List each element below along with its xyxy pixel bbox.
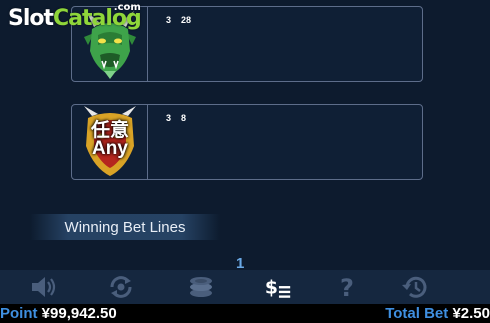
status-bar: Point ¥99,942.50 Total Bet ¥2.50: [0, 304, 490, 323]
point-display: Point ¥99,942.50: [0, 304, 117, 323]
symbol-count: 3: [166, 113, 172, 123]
paytable-row: 3 8: [166, 113, 186, 123]
paytable-row: 3 28: [166, 15, 191, 25]
bottom-toolbar: $ ?: [0, 270, 490, 304]
help-icon[interactable]: ?: [333, 274, 363, 300]
symbol-payout: 28: [181, 15, 192, 25]
speaker-icon[interactable]: [28, 274, 58, 300]
coins-icon[interactable]: [186, 274, 216, 300]
any-symbol-icon: 任意 Any: [72, 105, 148, 179]
point-label: Point: [0, 305, 38, 322]
winning-bet-lines-button[interactable]: Winning Bet Lines: [30, 214, 220, 240]
history-icon[interactable]: [400, 274, 430, 300]
paytable-card-any: 任意 Any 3 8: [71, 104, 423, 180]
slotcatalog-watermark: SlotCatalog .com: [8, 2, 142, 31]
paytable-icon[interactable]: $: [263, 274, 293, 300]
total-bet-display: Total Bet ¥2.50: [385, 304, 490, 323]
total-bet-label: Total Bet: [385, 305, 449, 322]
point-value: ¥99,942.50: [41, 305, 117, 322]
any-label-en: Any: [92, 138, 128, 159]
autoplay-icon[interactable]: [106, 274, 136, 300]
svg-text:$: $: [265, 278, 278, 299]
symbol-count: 3: [166, 15, 172, 25]
symbol-payout: 8: [181, 113, 187, 123]
winning-bet-lines-label: Winning Bet Lines: [64, 218, 186, 236]
total-bet-value: ¥2.50: [452, 305, 490, 322]
svg-text:?: ?: [340, 274, 354, 300]
